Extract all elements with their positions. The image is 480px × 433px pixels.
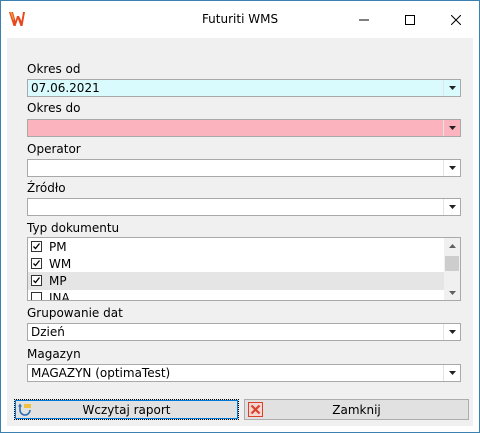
doc-type-item-pm[interactable]: PM [28, 238, 444, 256]
scroll-down-button[interactable] [444, 286, 460, 300]
close-dialog-button[interactable]: Zamknij [244, 399, 469, 420]
operator-label: Operator [27, 142, 81, 156]
dialog-window: Futuriti WMS Okres od 07.06.2021 Okres d… [0, 0, 480, 433]
operator-select[interactable] [27, 159, 461, 177]
list-item-label: INA [49, 291, 70, 301]
date-from-field[interactable]: 07.06.2021 [27, 79, 461, 97]
minimize-icon [359, 19, 369, 20]
checkmark-icon [33, 243, 41, 250]
doc-type-item-mp[interactable]: MP [28, 272, 444, 290]
date-to-field[interactable] [27, 119, 461, 137]
chevron-down-icon [448, 86, 456, 90]
date-from-dropdown[interactable] [443, 80, 460, 96]
list-item-label: WM [49, 257, 72, 271]
checkmark-icon [33, 260, 41, 267]
checkbox-checked[interactable] [31, 275, 42, 286]
list-item-label: PM [49, 240, 67, 254]
source-select[interactable] [27, 198, 461, 216]
doc-type-item-wm[interactable]: WM [28, 255, 444, 273]
chevron-down-icon [448, 205, 456, 209]
chevron-up-icon [448, 244, 456, 248]
chevron-down-icon [448, 166, 456, 170]
warehouse-select[interactable]: MAGAZYN (optimaTest) [27, 364, 461, 382]
date-to-label: Okres do [27, 101, 81, 115]
warehouse-label: Magazyn [27, 347, 81, 361]
title-bar[interactable]: Futuriti WMS [1, 1, 479, 38]
operator-dropdown[interactable] [443, 160, 460, 176]
dialog-body: Okres od 07.06.2021 Okres do Operator Źr… [7, 38, 473, 426]
close-label: Zamknij [332, 403, 381, 417]
warehouse-dropdown[interactable] [443, 365, 460, 381]
list-scrollbar[interactable] [444, 238, 460, 300]
checkbox-checked[interactable] [31, 258, 42, 269]
maximize-icon [405, 14, 415, 25]
scroll-thumb[interactable] [445, 256, 459, 271]
chevron-down-icon [448, 330, 456, 334]
date-grouping-value: Dzień [31, 325, 65, 339]
chevron-down-icon [448, 291, 456, 295]
date-from-label: Okres od [27, 62, 81, 76]
date-grouping-label: Grupowanie dat [27, 306, 123, 320]
date-from-value: 07.06.2021 [31, 81, 100, 95]
close-window-button[interactable] [433, 1, 479, 38]
close-icon [451, 14, 461, 25]
load-report-button[interactable]: Wczytaj raport [14, 399, 239, 420]
doc-type-item-ina[interactable]: INA [28, 289, 444, 301]
checkbox-checked[interactable] [31, 241, 42, 252]
chevron-down-icon [448, 371, 456, 375]
warehouse-value: MAGAZYN (optimaTest) [31, 366, 171, 380]
source-label: Źródło [27, 181, 66, 195]
checkmark-icon [33, 277, 41, 284]
scroll-up-button[interactable] [444, 239, 460, 253]
date-grouping-dropdown[interactable] [443, 324, 460, 340]
doc-type-list[interactable]: PM WM MP INA [27, 237, 461, 301]
maximize-button[interactable] [387, 1, 433, 38]
doc-type-label: Typ dokumentu [27, 221, 120, 235]
source-dropdown[interactable] [443, 199, 460, 215]
minimize-button[interactable] [341, 1, 387, 38]
checkbox-unchecked[interactable] [31, 292, 42, 300]
load-report-label: Wczytaj raport [82, 403, 171, 417]
date-to-dropdown[interactable] [443, 120, 460, 136]
date-grouping-select[interactable]: Dzień [27, 323, 461, 341]
list-item-label: MP [49, 274, 67, 288]
chevron-down-icon [448, 126, 456, 130]
